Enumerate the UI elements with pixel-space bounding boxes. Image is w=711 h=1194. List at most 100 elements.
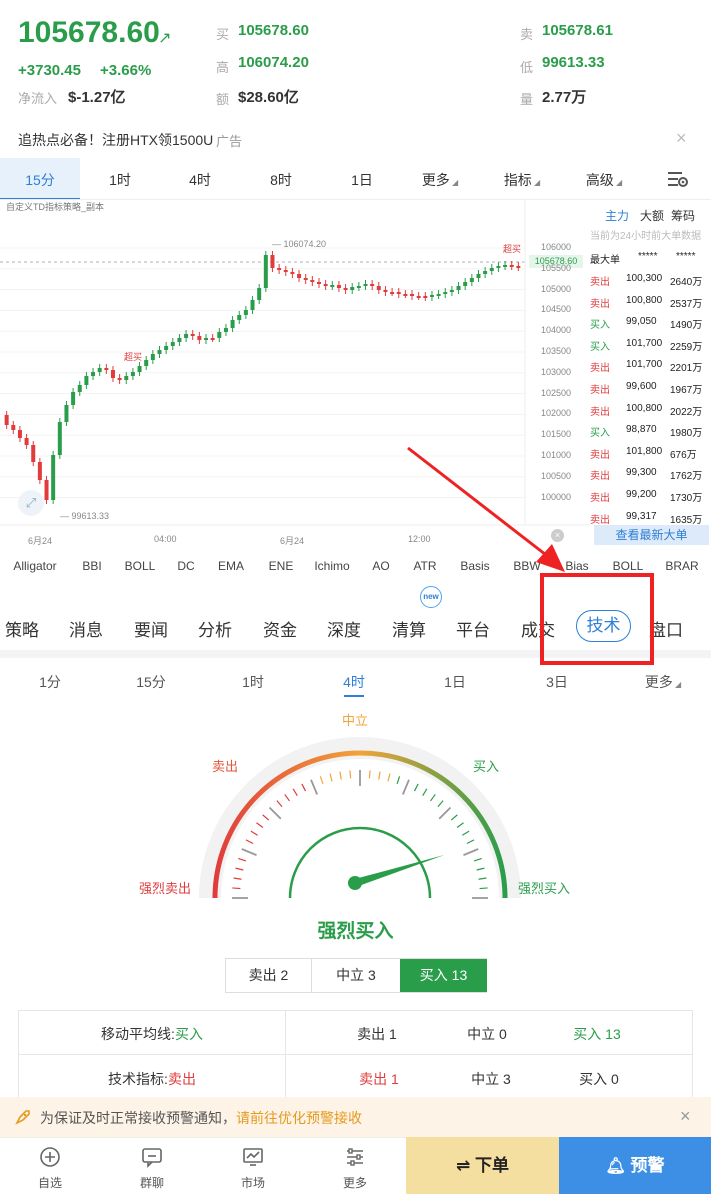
order-side: 买入 [590, 428, 610, 440]
chart-settings-icon[interactable] [667, 170, 689, 188]
tab-funds[interactable]: 资金 [263, 616, 297, 641]
candle-body [496, 266, 501, 268]
candle-body [383, 290, 388, 292]
candle-body [184, 334, 189, 338]
tab-1h[interactable]: 1时 [242, 672, 264, 692]
sell-count[interactable]: 卖出 2 [226, 959, 312, 992]
y-tick: 101500 [541, 429, 572, 440]
ad-banner-text[interactable]: 追热点必备！注册HTX领1500U [18, 130, 213, 150]
indicator-item[interactable]: DC [177, 559, 194, 573]
buy-count[interactable]: 买入 13 [400, 959, 487, 992]
volume-label: 量 [520, 92, 534, 107]
gauge-tick [349, 770, 352, 779]
candle-body [64, 405, 69, 422]
candle-body [144, 360, 149, 366]
tab-15m[interactable]: 15分 [136, 672, 166, 692]
tab-1m[interactable]: 1分 [39, 672, 61, 692]
tab-headlines[interactable]: 要闻 [134, 616, 168, 641]
gauge-tick [268, 806, 282, 820]
candle-body [403, 294, 408, 296]
amount-value: $28.60亿 [238, 89, 299, 106]
candle-body [104, 368, 109, 370]
indicator-item[interactable]: BRAR [665, 559, 698, 573]
tab-4h[interactable]: 4时 [189, 170, 211, 190]
close-icon[interactable]: × [680, 1106, 691, 1127]
indicator-item[interactable]: BOLL [613, 559, 644, 573]
candle-body [11, 425, 16, 430]
tab-15m[interactable]: 15分 [25, 170, 55, 190]
candle-body [290, 272, 295, 274]
candle-body [263, 255, 268, 288]
indicator-item[interactable]: AO [372, 559, 389, 573]
candle-body [483, 271, 488, 274]
order-price: 99,300 [626, 467, 657, 479]
tab-more[interactable]: 更多 ◢ [422, 170, 458, 190]
order-side: 卖出 [590, 471, 610, 483]
expand-icon[interactable]: ⤢ [18, 490, 44, 516]
tab-news[interactable]: 消息 [69, 616, 103, 641]
overall-verdict: 强烈买入 [317, 921, 394, 942]
candle-body [277, 268, 282, 270]
tab-large[interactable]: 大额 [640, 207, 664, 224]
nav-watchlist[interactable]: 自选 [0, 1138, 100, 1194]
tab-platform[interactable]: 平台 [456, 616, 490, 641]
tab-1d[interactable]: 1日 [351, 170, 373, 190]
neutral-count[interactable]: 中立 3 [312, 959, 400, 992]
indicator-item[interactable]: ENE [269, 559, 294, 573]
tab-more[interactable]: 更多 ◢ [645, 672, 681, 692]
candle-body [416, 296, 421, 298]
nav-market[interactable]: 市场 [203, 1138, 303, 1194]
gauge-tick [476, 867, 485, 871]
order-price: 98,870 [626, 424, 657, 436]
tab-chips[interactable]: 筹码 [671, 207, 695, 224]
big-order-row: 卖出 100,800 2022万 [590, 399, 711, 421]
gauge-tick [479, 887, 488, 890]
candle-body [57, 422, 62, 455]
tab-main-force[interactable]: 主力 [605, 207, 629, 224]
place-order-button[interactable]: ⇌ 下单 [406, 1137, 559, 1194]
rocket-icon [15, 1110, 30, 1125]
plus-circle-icon [40, 1147, 60, 1167]
gauge-tick [462, 830, 470, 836]
tab-4h[interactable]: 4时 [343, 672, 365, 692]
indicator-item[interactable]: BBI [82, 559, 101, 573]
order-price: 100,800 [626, 402, 663, 414]
optimize-alert-link[interactable]: 请前往优化预警接收 [236, 1110, 362, 1126]
candle-body [516, 266, 521, 268]
gauge-tick [256, 822, 264, 828]
candle-body [270, 255, 275, 268]
gauge-tick [235, 867, 244, 871]
tab-analysis[interactable]: 分析 [198, 616, 232, 641]
tab-8h[interactable]: 8时 [270, 170, 292, 190]
gauge-label-sell: 卖出 [212, 759, 239, 774]
alert-button[interactable]: 🔔︎ 预警 [559, 1137, 711, 1194]
candle-body [150, 354, 155, 360]
nav-chat[interactable]: 群聊 [102, 1138, 202, 1194]
tab-advanced[interactable]: 高级 ◢ [586, 170, 622, 190]
x-tick: 04:00 [154, 534, 177, 544]
tab-1h[interactable]: 1时 [109, 170, 131, 190]
gauge-tick [437, 800, 444, 808]
tab-depth[interactable]: 深度 [327, 616, 361, 641]
tab-orderbook[interactable]: 盘口 [649, 616, 683, 641]
candle-body [157, 350, 162, 354]
tab-indicators[interactable]: 指标 ◢ [504, 170, 540, 190]
indicator-item[interactable]: Alligator [13, 559, 56, 573]
view-latest-big-orders-button[interactable]: 查看最新大单 [594, 525, 709, 545]
tab-liquidation[interactable]: 清算 [392, 616, 426, 641]
gauge-tick [396, 776, 401, 785]
gauge-tick [276, 800, 283, 808]
gauge-tick [301, 783, 307, 792]
tab-3d[interactable]: 3日 [546, 672, 568, 692]
indicator-item[interactable]: Ichimo [314, 559, 349, 573]
candle-body [476, 274, 481, 278]
nav-more[interactable]: 更多 [305, 1138, 405, 1194]
close-icon[interactable]: × [676, 128, 687, 149]
tab-strategy[interactable]: 策略 [5, 616, 39, 641]
low-value: 99613.33 [542, 54, 605, 71]
indicator-item[interactable]: EMA [218, 559, 244, 573]
indicator-item[interactable]: BOLL [125, 559, 156, 573]
candle-body [316, 282, 321, 284]
tab-1d[interactable]: 1日 [444, 672, 466, 692]
order-amount: 1762万 [670, 471, 703, 483]
